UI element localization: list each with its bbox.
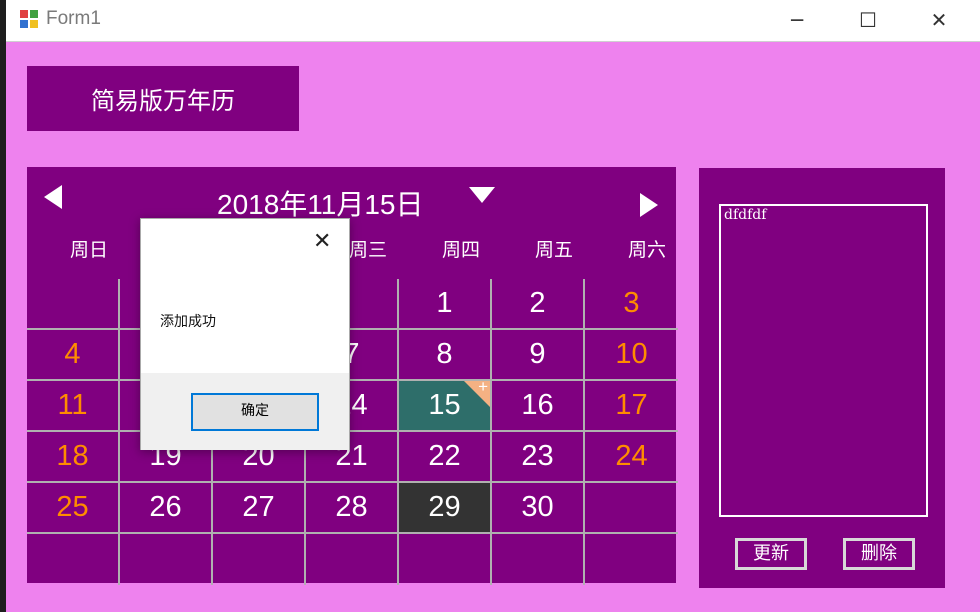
prev-month-icon[interactable] [44,185,62,209]
day-cell-22[interactable]: 22 [399,432,492,483]
calendar-grid: 1234567891011121314+15161718192021222324… [27,279,678,585]
day-number: 10 [615,338,648,370]
note-panel: dfdfdf 更新 删除 [699,168,945,588]
day-cell-23[interactable]: 23 [492,432,585,483]
empty-day-cell [585,534,678,585]
day-number: 2 [529,287,546,319]
day-cell-9[interactable]: 9 [492,330,585,381]
day-number: 18 [56,440,89,472]
day-number: 1 [436,287,453,319]
empty-day-cell [492,534,585,585]
day-number: 11 [57,389,88,421]
app-icon [20,10,38,28]
day-number: 9 [529,338,546,370]
day-cell-27[interactable]: 27 [213,483,306,534]
delete-button[interactable]: 删除 [843,538,915,570]
day-number: 4 [64,338,81,370]
day-cell-2[interactable]: 2 [492,279,585,330]
day-cell-11[interactable]: 11 [27,381,120,432]
day-cell-17[interactable]: 17 [585,381,678,432]
empty-day-cell [120,534,213,585]
update-button[interactable]: 更新 [735,538,807,570]
minimize-button[interactable]: ─ [762,0,832,42]
day-cell-16[interactable]: 16 [492,381,585,432]
weekday-sat: 周六 [627,239,666,261]
empty-day-cell [399,534,492,585]
day-cell-24[interactable]: 24 [585,432,678,483]
day-cell-1[interactable]: 1 [399,279,492,330]
day-cell-3[interactable]: 3 [585,279,678,330]
close-button[interactable]: ✕ [904,0,974,42]
day-cell-30[interactable]: 30 [492,483,585,534]
empty-day-cell [306,534,399,585]
day-cell-28[interactable]: 28 [306,483,399,534]
day-cell-4[interactable]: 4 [27,330,120,381]
day-cell-10[interactable]: 10 [585,330,678,381]
weekday-fri: 周五 [534,239,573,261]
day-cell-8[interactable]: 8 [399,330,492,381]
maximize-button[interactable]: ☐ [833,0,903,42]
title-bar: Form1 ─ ☐ ✕ [6,0,980,42]
day-cell-26[interactable]: 26 [120,483,213,534]
dialog-close-icon[interactable]: ✕ [313,229,331,254]
day-number: 22 [428,440,461,472]
day-number: 25 [56,491,89,523]
day-number: 30 [521,491,554,523]
note-textbox[interactable]: dfdfdf [719,204,928,517]
weekday-sun: 周日 [69,239,108,261]
dialog-footer: 确定 [141,373,349,450]
day-number: 23 [521,440,554,472]
empty-day-cell [27,534,120,585]
day-cell-29[interactable]: 29 [399,483,492,534]
day-number: 17 [615,389,648,421]
app-heading: 简易版万年历 [27,66,299,131]
day-cell-25[interactable]: 25 [27,483,120,534]
empty-day-cell [27,279,120,330]
weekday-thu: 周四 [441,239,480,261]
calendar-panel: 2018年11月15日 周日 周一 周二 周三 周四 周五 周六 1234567… [27,167,678,585]
day-number: 29 [428,491,461,523]
form1-window: Form1 ─ ☐ ✕ 简易版万年历 2018年11月15日 周日 周一 周二 … [6,0,980,612]
window-title: Form1 [46,8,101,29]
day-cell-15[interactable]: +15 [399,377,492,432]
current-date-label[interactable]: 2018年11月15日 [217,183,424,223]
day-number: 16 [521,389,554,421]
day-number: 28 [335,491,368,523]
day-number: 24 [615,440,648,472]
day-number: 26 [149,491,182,523]
plus-icon[interactable]: + [478,377,488,397]
empty-day-cell [585,483,678,534]
date-dropdown-icon[interactable] [469,187,495,203]
empty-day-cell [213,534,306,585]
day-number: 15 [428,389,461,421]
day-number: 27 [242,491,275,523]
day-number: 8 [436,338,453,370]
dialog-message: 添加成功 [160,314,216,330]
next-month-icon[interactable] [640,193,658,217]
message-dialog: ✕ 添加成功 确定 [140,218,350,450]
day-number: 3 [623,287,640,319]
day-cell-18[interactable]: 18 [27,432,120,483]
ok-button[interactable]: 确定 [191,393,319,431]
